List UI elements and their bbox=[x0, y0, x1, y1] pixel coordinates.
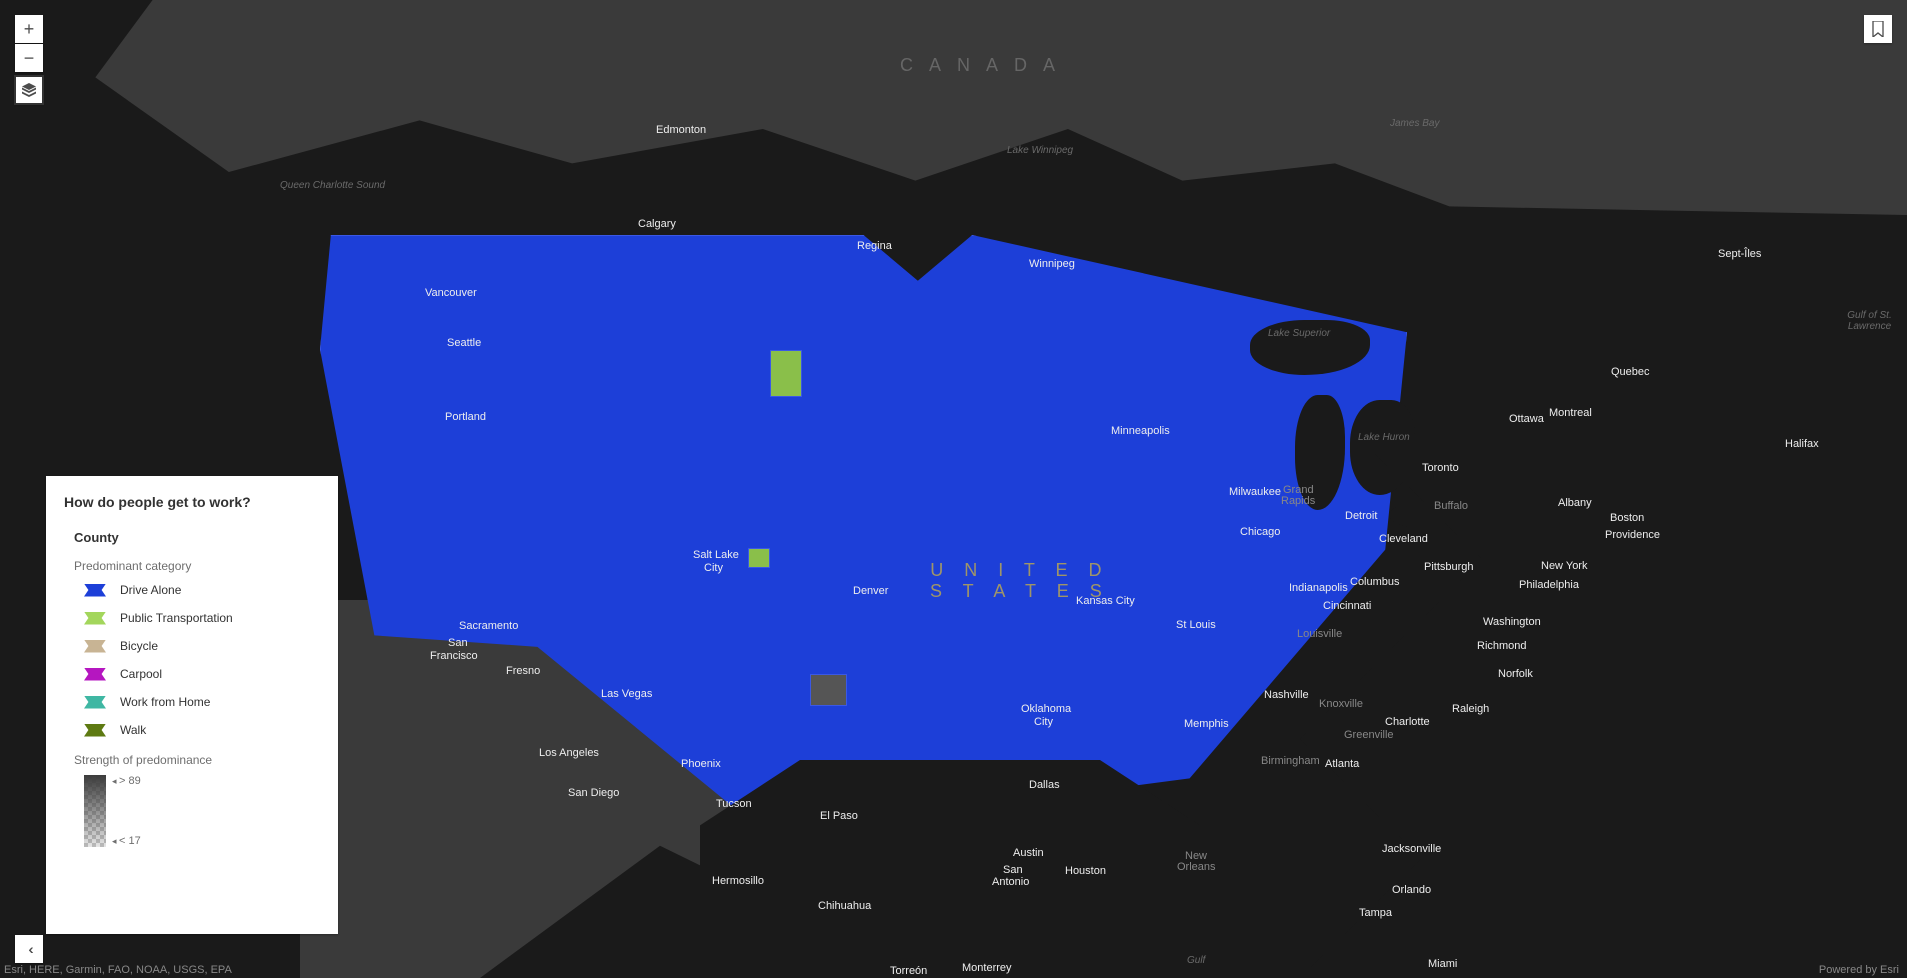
legend-opacity-ramp bbox=[84, 775, 106, 847]
legend-swatch bbox=[84, 584, 106, 597]
zoom-in-button[interactable]: + bbox=[15, 15, 43, 43]
bookmark-icon bbox=[1871, 21, 1885, 37]
water-label-winnipeg: Lake Winnipeg bbox=[1007, 145, 1073, 156]
city-label: Pittsburgh bbox=[1424, 561, 1474, 573]
legend-category-label: Bicycle bbox=[120, 639, 158, 653]
legend-category-row: Public Transportation bbox=[84, 611, 338, 625]
legend-category-label: Carpool bbox=[120, 667, 162, 681]
water-label-qcs: Queen Charlotte Sound bbox=[280, 180, 385, 191]
plus-icon: + bbox=[24, 19, 35, 40]
legend-category-row: Carpool bbox=[84, 667, 338, 681]
city-label: Quebec bbox=[1611, 366, 1650, 378]
water-label-superior: Lake Superior bbox=[1268, 328, 1330, 339]
legend-category-label: Public Transportation bbox=[120, 611, 233, 625]
water-label-james-bay: James Bay bbox=[1390, 118, 1439, 129]
minus-icon: − bbox=[24, 48, 35, 69]
legend-panel: How do people get to work? County Predom… bbox=[46, 476, 338, 934]
water-label-gulf: Gulf bbox=[1187, 955, 1205, 966]
city-label: Birmingham bbox=[1261, 755, 1320, 767]
city-label: Nashville bbox=[1264, 689, 1309, 701]
zoom-out-button[interactable]: − bbox=[15, 44, 43, 72]
collapse-legend-button[interactable]: ‹‹ bbox=[15, 935, 43, 963]
ocean-gulf bbox=[700, 760, 1200, 978]
legend-category-label: Work from Home bbox=[120, 695, 210, 709]
legend-strength-high: > 89 bbox=[112, 775, 141, 787]
legend-strength-low: < 17 bbox=[112, 835, 141, 847]
chevron-left-double-icon: ‹‹ bbox=[28, 941, 29, 957]
basemap-layers-button[interactable] bbox=[15, 76, 43, 104]
county-outlier-3[interactable] bbox=[810, 674, 847, 706]
attribution-esri[interactable]: Powered by Esri bbox=[1819, 964, 1899, 976]
city-label: Sept-Îles bbox=[1718, 248, 1761, 260]
layers-icon bbox=[21, 82, 37, 98]
legend-category-row: Walk bbox=[84, 723, 338, 737]
legend-layer-name: County bbox=[74, 530, 338, 545]
legend-swatch bbox=[84, 668, 106, 681]
legend-title: How do people get to work? bbox=[64, 494, 338, 510]
legend-strength-heading: Strength of predominance bbox=[74, 753, 338, 767]
legend-category-row: Drive Alone bbox=[84, 583, 338, 597]
city-label: Calgary bbox=[638, 218, 676, 230]
legend-swatch bbox=[84, 640, 106, 653]
water-label-huron: Lake Huron bbox=[1358, 432, 1410, 443]
water-label-gsl: Gulf of St. Lawrence bbox=[1832, 310, 1907, 332]
legend-predominant-heading: Predominant category bbox=[74, 559, 338, 573]
legend-swatch bbox=[84, 612, 106, 625]
county-outlier-1[interactable] bbox=[770, 350, 802, 397]
legend-category-label: Walk bbox=[120, 723, 146, 737]
attribution-sources[interactable]: Esri, HERE, Garmin, FAO, NOAA, USGS, EPA bbox=[4, 964, 232, 976]
ocean-atlantic bbox=[1300, 380, 1907, 978]
legend-category-row: Work from Home bbox=[84, 695, 338, 709]
county-outlier-2[interactable] bbox=[748, 548, 770, 568]
legend-swatch bbox=[84, 696, 106, 709]
legend-category-label: Drive Alone bbox=[120, 583, 181, 597]
legend-swatch bbox=[84, 724, 106, 737]
legend-category-row: Bicycle bbox=[84, 639, 338, 653]
bookmarks-button[interactable] bbox=[1864, 15, 1892, 43]
